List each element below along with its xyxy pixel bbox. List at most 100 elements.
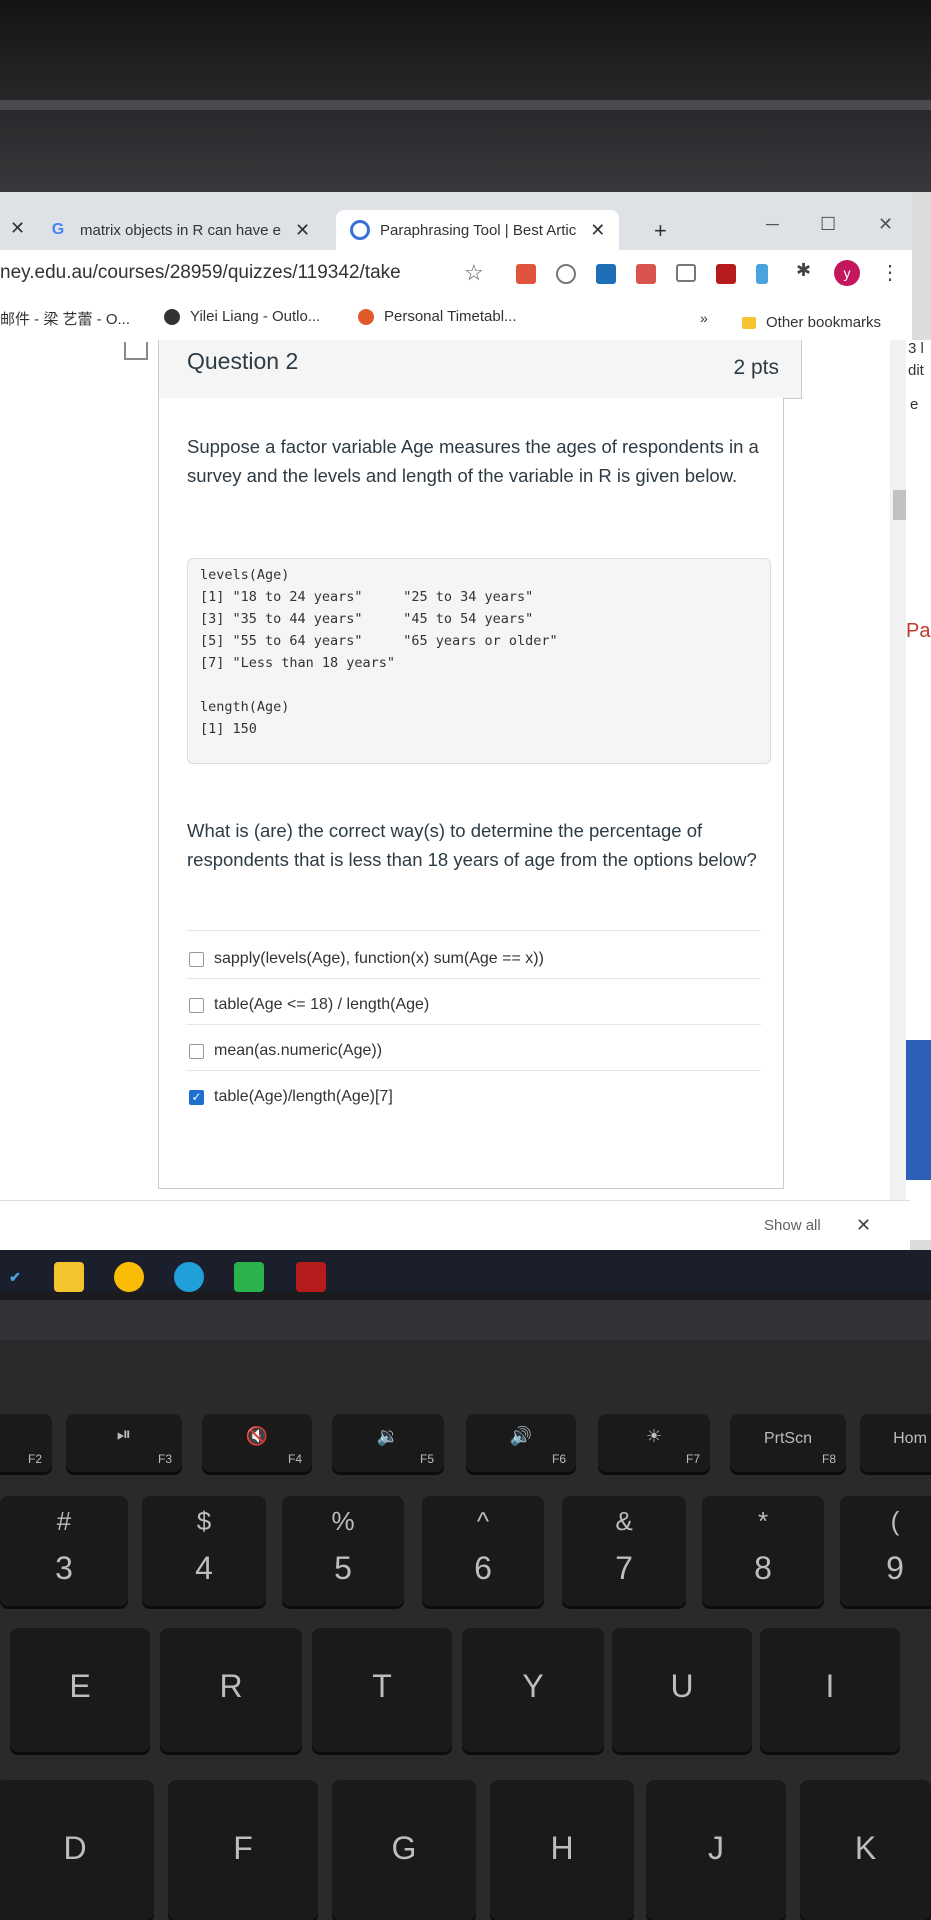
divider: [187, 1024, 761, 1025]
folder-icon: [742, 316, 756, 329]
checkbox[interactable]: [189, 997, 204, 1013]
question-prompt: Suppose a factor variable Age measures t…: [187, 436, 759, 486]
taskbar: ✔: [0, 1250, 931, 1292]
key-j: J: [646, 1780, 786, 1920]
close-window-icon[interactable]: ✕: [878, 214, 893, 235]
flag-question-icon[interactable]: [124, 342, 148, 360]
bookmark-label: 邮件 - 梁 艺蕾 - O...: [0, 311, 130, 328]
key-k: K: [800, 1780, 931, 1920]
tab-paraphrasing[interactable]: Paraphrasing Tool | Best Artic ✕: [336, 210, 620, 250]
question-ask: What is (are) the correct way(s) to dete…: [187, 820, 757, 870]
extension-icon[interactable]: [676, 264, 696, 282]
bookmark-outlook[interactable]: Yilei Liang - Outlo...: [164, 308, 320, 325]
bookmarks-overflow-icon[interactable]: »: [700, 310, 708, 326]
code-block: levels(Age) [1] "18 to 24 years" "25 to …: [187, 558, 771, 764]
answer-option-1[interactable]: sapply(levels(Age), function(x) sum(Age …: [189, 950, 544, 968]
chrome-icon[interactable]: [114, 1262, 144, 1292]
tab-title: Paraphrasing Tool | Best Artic: [380, 221, 577, 239]
close-icon[interactable]: ✕: [590, 220, 605, 241]
extension-icon[interactable]: [596, 264, 616, 284]
key-u: U: [612, 1628, 752, 1752]
key-5: % 5: [282, 1496, 404, 1606]
keyboard: F2 ⏯ F3 🔇 F4 🔉 F5 🔊 F6 ☀ F7 PrtScn F8 Hom #3 $…: [0, 1340, 931, 1920]
key-f7: ☀ F7: [598, 1414, 710, 1472]
key-f3: ⏯ F3: [66, 1414, 182, 1472]
key-f4: 🔇 F4: [202, 1414, 312, 1472]
address-bar-row: ney.edu.au/courses/28959/quizzes/119342/…: [0, 250, 912, 300]
question-title: Question 2: [187, 348, 299, 374]
divider: [187, 1070, 761, 1071]
key-9: (9: [840, 1496, 931, 1606]
answer-option-4[interactable]: ✓ table(Age)/length(Age)[7]: [189, 1088, 393, 1106]
pdf-reader-icon[interactable]: [296, 1262, 326, 1292]
close-icon[interactable]: ✕: [856, 1215, 871, 1236]
close-icon[interactable]: ✕: [10, 218, 25, 239]
background-window: 3 l dit e Pa: [906, 340, 931, 1240]
close-icon[interactable]: ✕: [295, 220, 310, 241]
quiz-page: Question 2 2 pts Suppose a factor variab…: [0, 340, 890, 1200]
key-e: E: [10, 1628, 150, 1752]
checkbox[interactable]: [189, 951, 204, 967]
new-tab-icon[interactable]: +: [654, 218, 667, 244]
menu-icon[interactable]: ⋮: [880, 260, 900, 285]
edge-icon[interactable]: [174, 1262, 204, 1292]
extension-icon[interactable]: [636, 264, 656, 284]
code-line: [7] "Less than 18 years": [200, 655, 396, 671]
extension-icon[interactable]: [516, 264, 536, 284]
file-explorer-icon[interactable]: [54, 1262, 84, 1292]
extension-icon[interactable]: [756, 264, 768, 284]
code-line: [1] 150: [200, 721, 257, 737]
scrollbar-thumb[interactable]: [893, 490, 907, 520]
avatar[interactable]: y: [834, 260, 860, 286]
extension-icon[interactable]: [556, 264, 576, 284]
code-line: [5] "55 to 64 years" "65 years or older": [200, 633, 558, 649]
question-points: 2 pts: [733, 356, 779, 379]
keyboard-deck: [0, 1300, 931, 1340]
bookmark-star-icon[interactable]: ☆: [464, 260, 484, 286]
wechat-icon[interactable]: [234, 1262, 264, 1292]
key-h: H: [490, 1780, 634, 1920]
checkbox[interactable]: [189, 1043, 204, 1059]
bookmark-label: Personal Timetabl...: [384, 308, 517, 325]
question-body: Suppose a factor variable Age measures t…: [158, 398, 784, 1189]
key-f6: 🔊 F6: [466, 1414, 576, 1472]
code-line: length(Age): [200, 699, 290, 715]
other-bookmarks[interactable]: Other bookmarks: [742, 314, 881, 331]
pdf-extension-icon[interactable]: [716, 264, 736, 284]
bookmark-timetable[interactable]: Personal Timetabl...: [358, 308, 517, 325]
bookmarks-bar: 邮件 - 梁 艺蕾 - O... Yilei Liang - Outlo... …: [0, 300, 912, 341]
background-text: Pa: [906, 620, 931, 642]
check-icon[interactable]: ✔: [0, 1262, 30, 1292]
background-text: dit: [908, 362, 924, 379]
option-label: mean(as.numeric(Age)): [214, 1042, 383, 1059]
answer-option-3[interactable]: mean(as.numeric(Age)): [189, 1042, 382, 1060]
quillbot-icon: [350, 220, 370, 240]
key-r: R: [160, 1628, 302, 1752]
timetable-icon: [358, 308, 374, 325]
key-f: F: [168, 1780, 318, 1920]
divider: [187, 930, 761, 931]
google-icon: G: [51, 221, 65, 238]
key-f2: F2: [0, 1414, 52, 1472]
show-all-button[interactable]: Show all: [764, 1217, 821, 1234]
code-line: [1] "18 to 24 years" "25 to 34 years": [200, 589, 534, 605]
key-d: D: [0, 1780, 154, 1920]
key-g: G: [332, 1780, 476, 1920]
minimize-icon[interactable]: ─: [766, 214, 779, 235]
bookmark-mail[interactable]: 邮件 - 梁 艺蕾 - O...: [0, 308, 130, 329]
background-blue: [906, 1040, 931, 1180]
key-3: #3: [0, 1496, 128, 1606]
background-text: 3 l: [908, 340, 924, 357]
globe-icon: [164, 308, 180, 325]
puzzle-icon[interactable]: ✱: [796, 260, 816, 280]
key-t: T: [312, 1628, 452, 1752]
maximize-icon[interactable]: ☐: [820, 214, 836, 235]
tab-matrix[interactable]: G matrix objects in R can have e ✕: [48, 210, 310, 250]
code-line: levels(Age): [200, 567, 290, 583]
option-label: sapply(levels(Age), function(x) sum(Age …: [214, 950, 544, 967]
answer-option-2[interactable]: table(Age <= 18) / length(Age): [189, 996, 429, 1014]
checkbox-checked[interactable]: ✓: [189, 1089, 204, 1105]
background-text: e: [910, 396, 919, 413]
url-field[interactable]: ney.edu.au/courses/28959/quizzes/119342/…: [0, 262, 401, 284]
download-bar: Show all ✕: [0, 1200, 910, 1253]
